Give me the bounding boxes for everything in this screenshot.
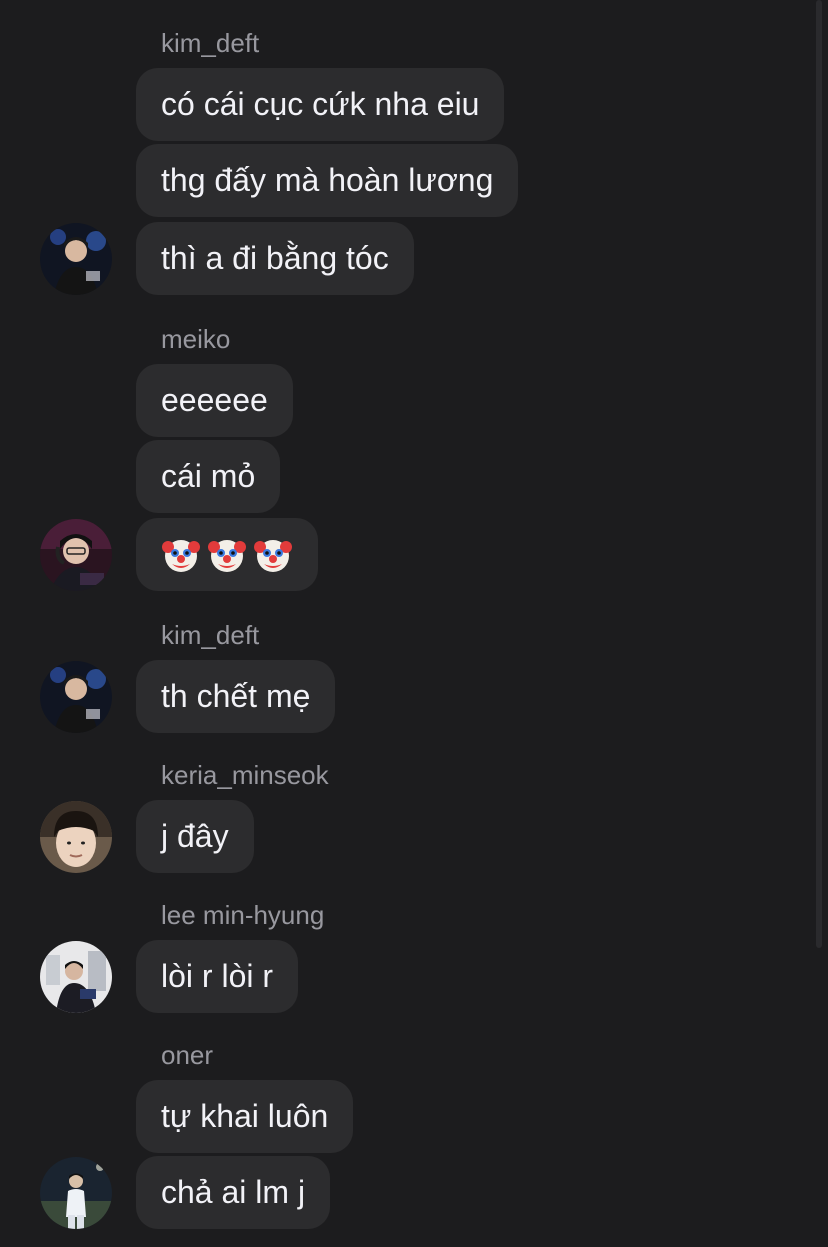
message-bubble[interactable]: thg đấy mà hoàn lương — [136, 144, 519, 217]
meiko-avatar[interactable] — [40, 519, 112, 591]
message-bubble[interactable]: lòi r lòi r — [136, 940, 299, 1013]
message-bubble[interactable]: có cái cục cứk nha eiu — [136, 68, 505, 141]
lee-min-hyung-avatar[interactable] — [40, 941, 112, 1013]
sender-name: kim_deft — [161, 620, 260, 650]
scrollbar[interactable] — [816, 0, 822, 948]
message-bubble[interactable]: th chết mẹ — [136, 660, 336, 733]
sender-name: keria_minseok — [161, 760, 329, 790]
message-bubble[interactable]: cái mỏ — [136, 440, 281, 513]
sender-name: kim_deft — [161, 28, 260, 58]
clown-face-emoji — [254, 539, 292, 572]
oner-avatar[interactable] — [40, 1157, 112, 1229]
sender-name: oner — [161, 1040, 214, 1070]
clown-face-emoji — [208, 539, 246, 572]
sender-name: meiko — [161, 324, 231, 354]
message-bubble[interactable]: chả ai lm j — [136, 1156, 331, 1229]
message-bubble[interactable]: eeeeee — [136, 364, 293, 437]
message-bubble[interactable]: tự khai luôn — [136, 1080, 354, 1153]
clown-face-emoji — [162, 539, 200, 572]
message-bubble-emoji[interactable] — [136, 518, 318, 591]
message-bubble[interactable]: j đây — [136, 800, 254, 873]
kim-deft-avatar[interactable] — [40, 223, 112, 295]
kim-deft-avatar[interactable] — [40, 661, 112, 733]
sender-name: lee min-hyung — [161, 900, 325, 930]
message-bubble[interactable]: thì a đi bằng tóc — [136, 222, 414, 295]
keria-minseok-avatar[interactable] — [40, 801, 112, 873]
